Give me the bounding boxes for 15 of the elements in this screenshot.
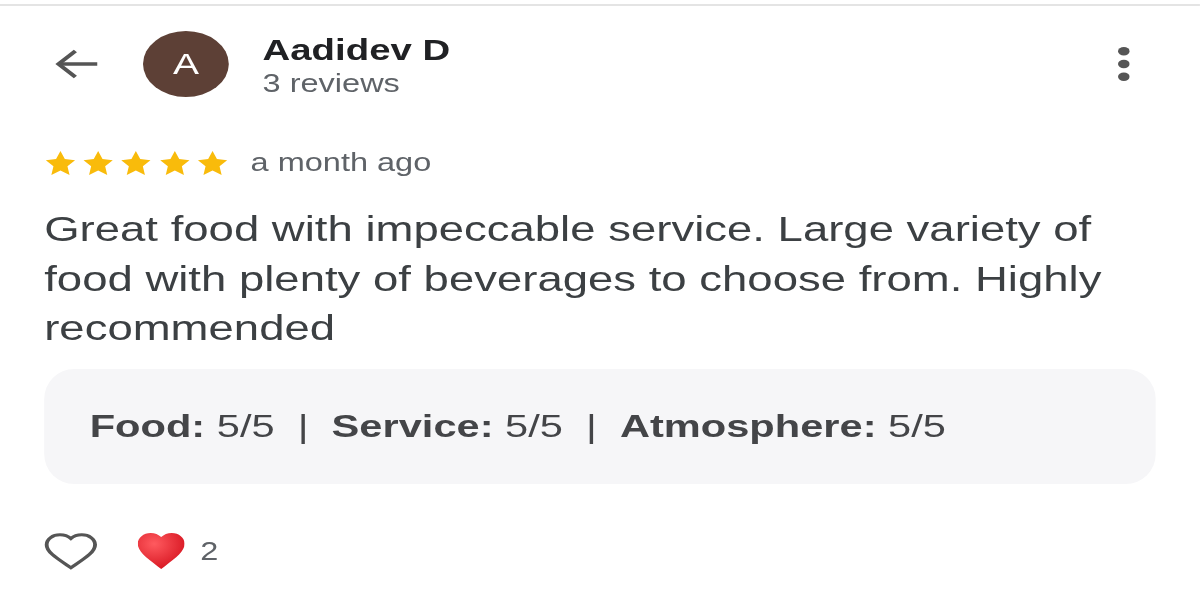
star-icon bbox=[158, 150, 191, 175]
star-icon bbox=[44, 150, 77, 175]
star-icon bbox=[195, 150, 229, 175]
review-text: Great food with impeccable service. Large variety of food with plenty of beverages to choose from. Highly recommended bbox=[44, 208, 1103, 349]
review-time: a month ago bbox=[250, 148, 432, 177]
more-options-icon[interactable] bbox=[1118, 47, 1130, 81]
reaction-count: 2 bbox=[200, 536, 219, 566]
heart-outline-icon[interactable] bbox=[44, 532, 98, 570]
heart-emoji-icon bbox=[137, 533, 185, 569]
ratings-summary: Food: 5/5 | Service: 5/5 | Atmosphere: 5/5 bbox=[89, 407, 946, 445]
avatar: A bbox=[143, 31, 229, 97]
star-icon bbox=[82, 150, 115, 175]
review-count: 3 reviews bbox=[262, 68, 401, 98]
star-icon bbox=[120, 150, 153, 175]
reviewer-name: Aadidev D bbox=[262, 34, 451, 66]
